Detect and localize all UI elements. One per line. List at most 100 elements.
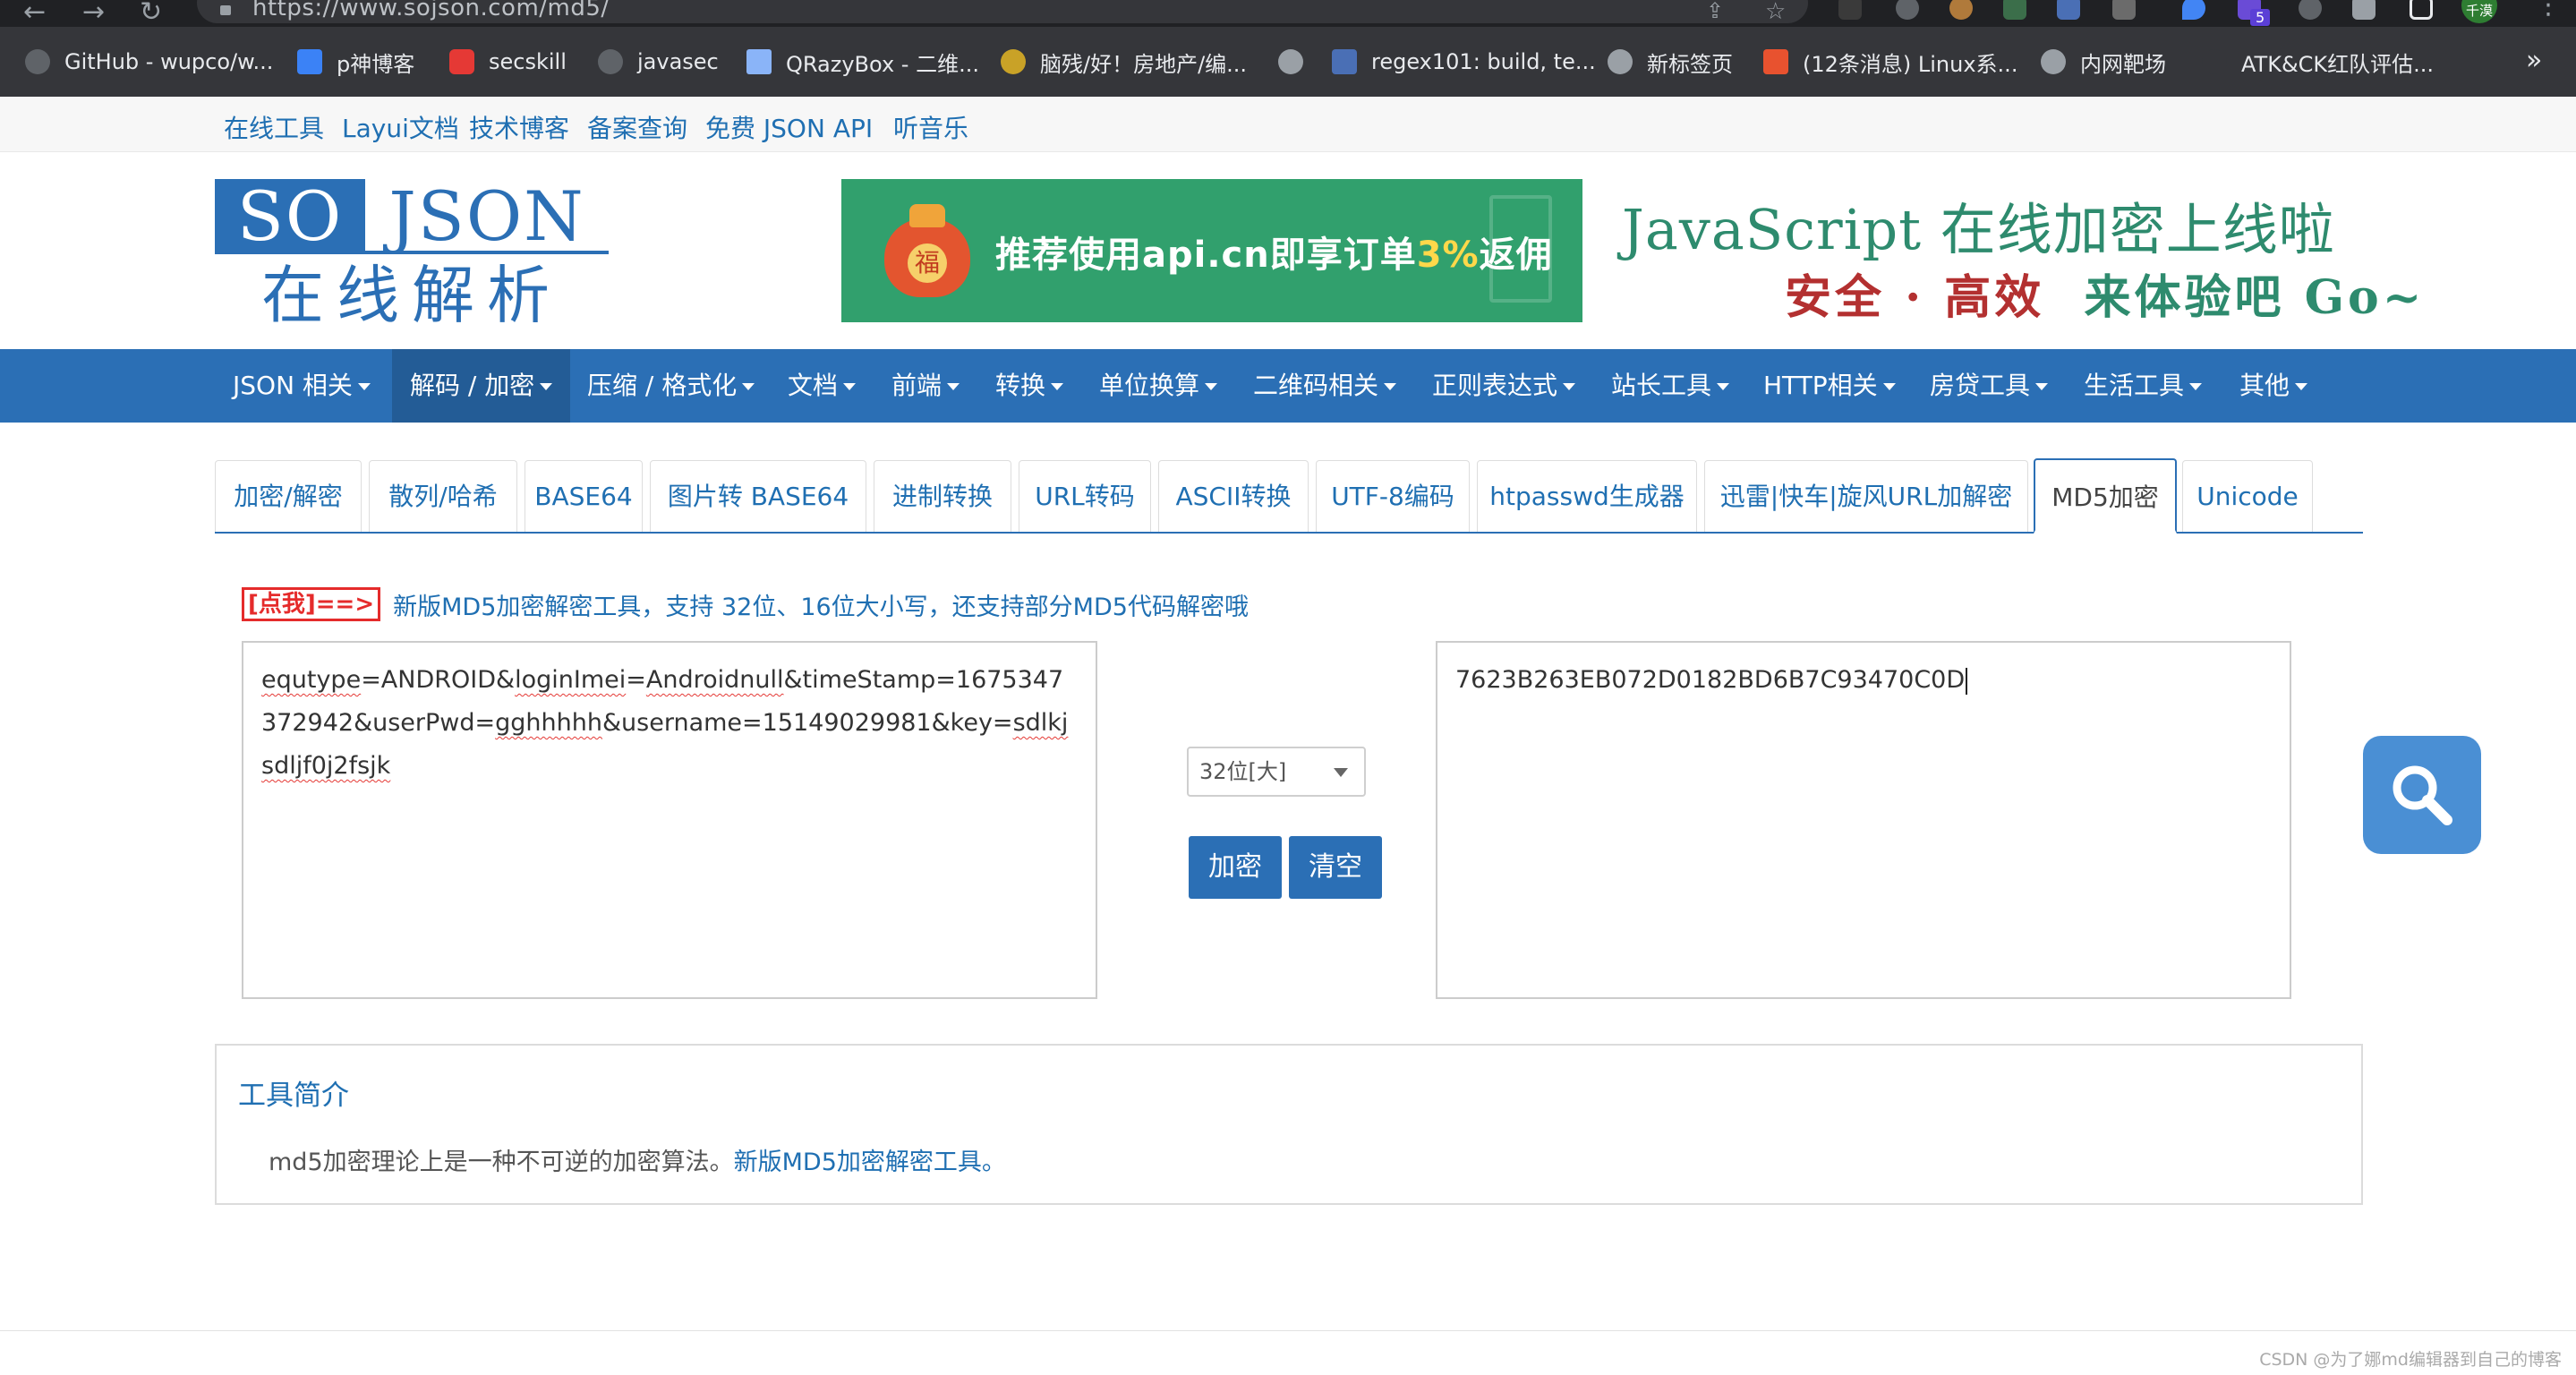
caret-down-icon — [540, 383, 553, 390]
tab-ascii[interactable]: ASCII转换 — [1158, 460, 1309, 532]
site-logo[interactable]: SO JSON 在线解析 — [215, 179, 609, 333]
banner-text: 推荐使用api.cn即享订单3%返佣 — [995, 235, 1553, 276]
logo-subtitle: 在线解析 — [261, 259, 562, 332]
tab-image-base64[interactable]: 图片转 BASE64 — [650, 460, 866, 532]
bookmark-item[interactable]: regex101: build, te... — [1332, 27, 1596, 97]
extension-block-icon[interactable] — [1896, 0, 1919, 20]
nav-decode-encrypt[interactable]: 解码 / 加密 — [392, 349, 571, 423]
bookmark-star-icon[interactable]: ☆ — [1765, 0, 1786, 25]
encrypt-button[interactable]: 加密 — [1189, 836, 1282, 899]
tab-thunder-url[interactable]: 迅雷|快车|旋风URL加解密 — [1704, 460, 2028, 532]
tab-url[interactable]: URL转码 — [1019, 460, 1151, 532]
nav-other[interactable]: 其他 — [2222, 349, 2325, 423]
hash-mode-value: 32位[大] — [1199, 759, 1287, 784]
address-url[interactable]: https://www.sojson.com/md5/ — [252, 0, 610, 21]
bookmark-item[interactable]: 脑残/好！房地产/编... — [1001, 27, 1247, 97]
promo-headline[interactable]: JavaScript 在线加密上线啦 — [1622, 184, 2335, 265]
profile-avatar[interactable]: 千漠 — [2461, 0, 2497, 23]
nav-http[interactable]: HTTP相关 — [1745, 349, 1914, 423]
new-version-notice: [点我]==> 新版MD5加密解密工具，支持 32位、16位大小写，还支持部分M… — [242, 585, 1249, 623]
tab-md5[interactable]: MD5加密 — [2034, 458, 2177, 534]
bookmark-item[interactable]: 新标签页 — [1608, 27, 1733, 97]
bookmark-item[interactable]: QRazyBox - 二维... — [746, 27, 979, 97]
md5-output-textarea[interactable]: 7623B263EB072D0182BD6B7C93470C0D — [1436, 641, 2291, 999]
bookmark-item[interactable]: secskill — [449, 27, 567, 97]
ad-banner[interactable]: 福 推荐使用api.cn即享订单3%返佣 — [841, 179, 1582, 322]
notice-link[interactable]: 新版MD5加密解密工具，支持 32位、16位大小写，还支持部分MD5代码解密哦 — [393, 587, 1249, 622]
bookmark-item[interactable]: javasec — [598, 27, 719, 97]
nav-webmaster[interactable]: 站长工具 — [1593, 349, 1747, 423]
cookie-icon[interactable] — [1949, 0, 1973, 20]
extension-gear-icon[interactable] — [2112, 0, 2136, 20]
toplink-layui[interactable]: Layui文档 — [342, 109, 459, 145]
banner-decoration — [1489, 195, 1552, 303]
lock-icon[interactable] — [218, 0, 233, 16]
text-cursor — [1966, 667, 1968, 695]
toplink-icp[interactable]: 备案查询 — [587, 109, 687, 145]
browser-toolbar: ← → ↻ https://www.sojson.com/md5/ ⇪ ☆ 5 … — [0, 0, 2576, 28]
more-menu-icon[interactable]: ⋮ — [2535, 0, 2562, 21]
settings-icon[interactable] — [2299, 0, 2322, 20]
toplink-online-tools[interactable]: 在线工具 — [224, 109, 324, 145]
extension-camera-icon[interactable] — [2003, 0, 2026, 20]
hash-mode-select[interactable]: 32位[大] — [1187, 747, 1366, 797]
bookmark-item[interactable]: ATK&CK红队评估... — [2202, 27, 2434, 97]
click-me-link[interactable]: [点我]==> — [242, 587, 381, 621]
nav-units[interactable]: 单位换算 — [1081, 349, 1235, 423]
bookmarks-bar: GitHub - wupco/w... p神博客 secskill javase… — [0, 27, 2576, 97]
site-top-links: 在线工具 Layui文档 技术博客 备案查询 免费 JSON API 听音乐 — [0, 97, 2576, 152]
tab-unicode[interactable]: Unicode — [2182, 460, 2313, 532]
nav-docs[interactable]: 文档 — [770, 349, 874, 423]
bookmark-item[interactable] — [1278, 27, 1318, 97]
bookmark-item[interactable]: p神博客 — [297, 27, 414, 97]
clear-button[interactable]: 清空 — [1289, 836, 1382, 899]
extension-count-badge: 5 — [2250, 9, 2271, 26]
forward-icon[interactable]: → — [82, 0, 105, 28]
bookmark-item[interactable]: (12条消息) Linux系... — [1763, 27, 2017, 97]
nav-mortgage[interactable]: 房贷工具 — [1912, 349, 2066, 423]
extension-h-icon[interactable] — [1838, 0, 1862, 20]
output-text: 7623B263EB072D0182BD6B7C93470C0D — [1455, 659, 2270, 702]
puzzle-icon[interactable] — [2352, 0, 2376, 20]
share-icon[interactable]: ⇪ — [1706, 0, 1724, 23]
search-float-button[interactable] — [2363, 736, 2481, 854]
nav-regex[interactable]: 正则表达式 — [1414, 349, 1593, 423]
md5-input-textarea[interactable]: equtype=ANDROID&loginImei=Androidnull&ti… — [242, 641, 1097, 999]
tab-encrypt-decrypt[interactable]: 加密/解密 — [215, 460, 362, 532]
toplink-json-api[interactable]: 免费 JSON API — [705, 109, 873, 145]
nav-json[interactable]: JSON 相关 — [215, 349, 388, 423]
toplink-blog[interactable]: 技术博客 — [469, 109, 569, 145]
sidepanel-icon[interactable] — [2410, 0, 2433, 20]
nav-frontend[interactable]: 前端 — [874, 349, 977, 423]
tab-radix[interactable]: 进制转换 — [874, 460, 1011, 532]
promo-subline[interactable]: 安全 · 高效 来体验吧 Go~ — [1785, 260, 2425, 327]
bookmarks-overflow-icon[interactable]: » — [2526, 45, 2542, 76]
input-text: equtype=ANDROID&loginImei=Androidnull&ti… — [261, 666, 1069, 780]
caret-down-icon — [357, 383, 371, 390]
nav-convert[interactable]: 转换 — [977, 349, 1081, 423]
tab-hash[interactable]: 散列/哈希 — [369, 460, 517, 532]
tab-htpasswd[interactable]: htpasswd生成器 — [1477, 460, 1697, 532]
bookmark-item[interactable]: GitHub - wupco/w... — [25, 27, 273, 97]
regex-icon — [1332, 49, 1357, 74]
search-icon — [2393, 765, 2452, 825]
back-icon[interactable]: ← — [23, 0, 46, 28]
blank-icon — [2202, 49, 2227, 74]
tab-base64[interactable]: BASE64 — [525, 460, 643, 532]
intro-link[interactable]: 新版MD5加密解密工具。 — [734, 1149, 1006, 1176]
nav-compress-format[interactable]: 压缩 / 格式化 — [569, 349, 772, 423]
main-nav: JSON 相关 解码 / 加密 压缩 / 格式化 文档 前端 转换 单位换算 二… — [0, 349, 2576, 423]
tab-utf8[interactable]: UTF-8编码 — [1316, 460, 1470, 532]
extension-diamond-icon[interactable] — [2182, 0, 2205, 20]
chat-icon — [449, 49, 474, 74]
nav-qrcode[interactable]: 二维码相关 — [1235, 349, 1414, 423]
reload-icon[interactable]: ↻ — [140, 0, 162, 28]
intro-title: 工具简介 — [238, 1080, 349, 1112]
tool-intro-panel: 工具简介 md5加密理论上是一种不可逆的加密算法。新版MD5加密解密工具。 — [215, 1044, 2363, 1205]
nav-life-tools[interactable]: 生活工具 — [2066, 349, 2220, 423]
bookmark-item[interactable]: 内网靶场 — [2041, 27, 2166, 97]
caret-down-icon — [2035, 383, 2049, 390]
grid-icon — [297, 49, 322, 74]
toplink-music[interactable]: 听音乐 — [893, 109, 968, 145]
extension-flask-icon[interactable] — [2057, 0, 2080, 20]
